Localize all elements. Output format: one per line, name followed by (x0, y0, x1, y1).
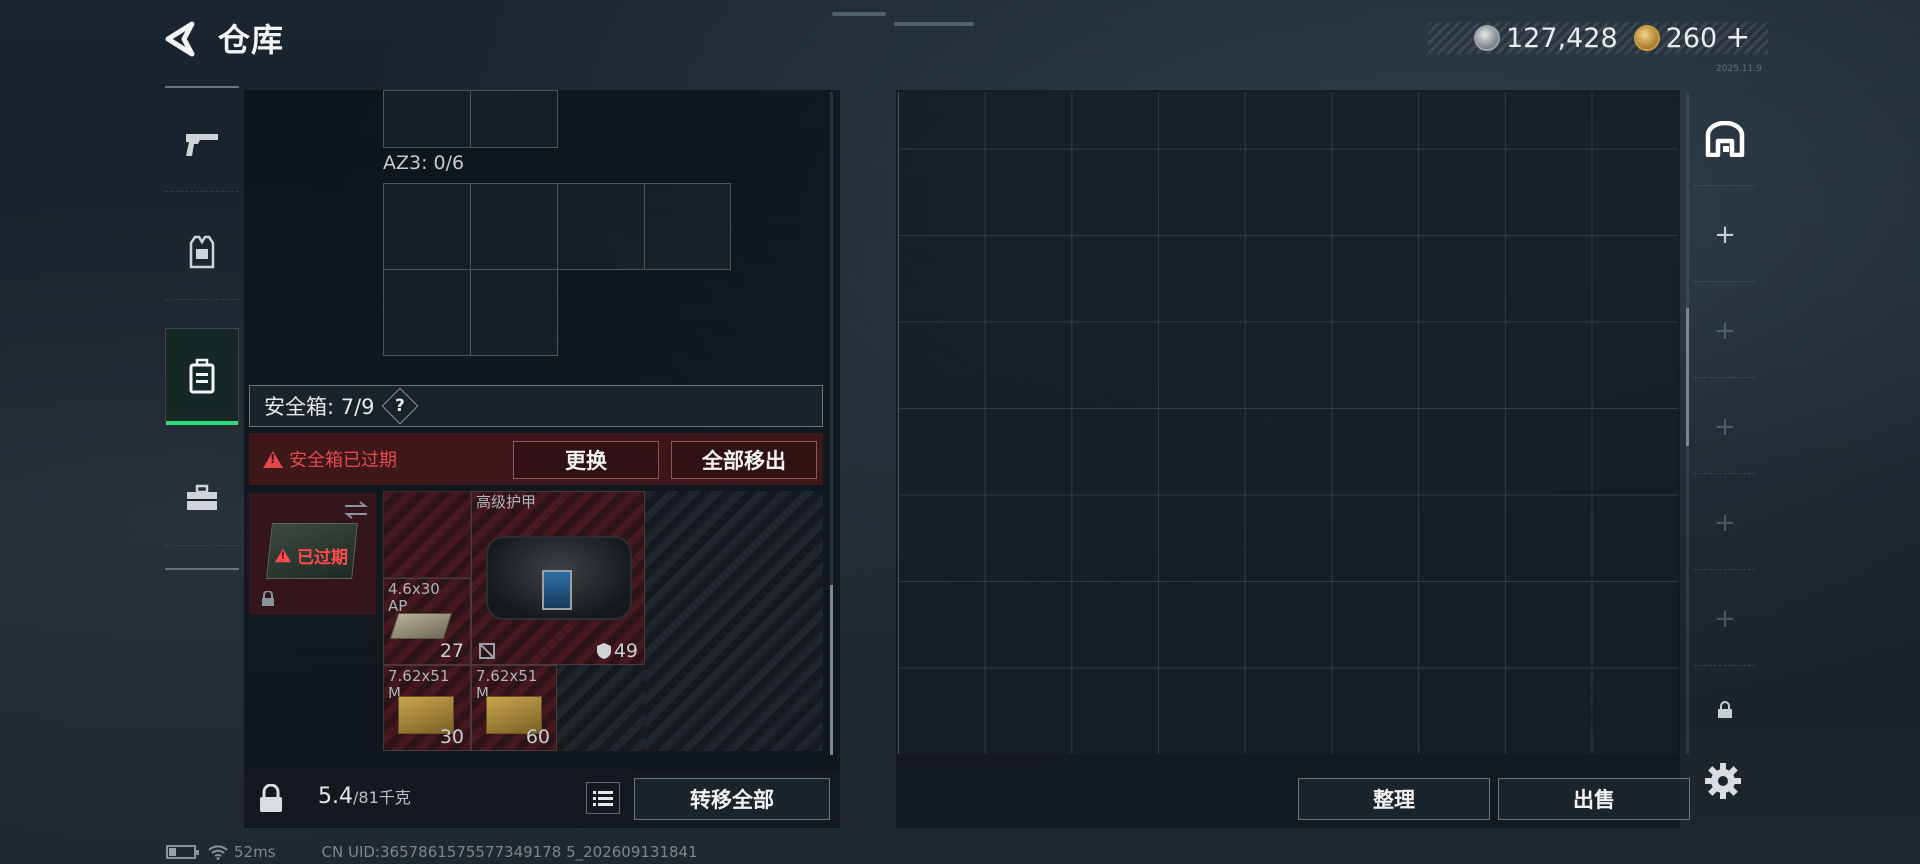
safebox-slot[interactable] (383, 491, 471, 578)
version-tag: 2025.11.9 (1716, 64, 1762, 74)
tab-storage-page[interactable]: + (1694, 380, 1756, 474)
item-ammo-46x30[interactable]: 4.6x30 AP 27 (383, 578, 471, 665)
item-ammo-762x51[interactable]: 7.62x51 M 30 (383, 665, 471, 751)
list-icon (593, 791, 613, 806)
question-mark-icon: ? (394, 396, 405, 416)
toolbox-icon (187, 484, 217, 510)
settings-button[interactable] (1704, 762, 1744, 802)
item-name: 高级护甲 (476, 493, 537, 511)
battery-icon (166, 845, 199, 859)
gear-icon (1705, 763, 1741, 799)
ping-value: 52ms (234, 843, 276, 861)
transfer-all-button[interactable]: 转移全部 (634, 778, 830, 820)
vest-icon (189, 235, 215, 268)
page-title: 仓库 (218, 21, 285, 59)
az3-slot[interactable] (557, 183, 645, 270)
padlock-icon[interactable] (258, 784, 284, 814)
plus-icon: + (1714, 603, 1736, 634)
item-name: 4.6x30 AP (388, 580, 440, 615)
list-view-button[interactable] (586, 782, 620, 814)
tab-storage-page[interactable]: + (1694, 572, 1756, 666)
warehouse-icon (1705, 120, 1745, 157)
expired-notice-text: 安全箱已过期 (289, 450, 397, 471)
tab-armor[interactable] (165, 204, 239, 300)
sell-button[interactable]: 出售 (1498, 778, 1690, 820)
grid-cell[interactable] (470, 90, 558, 148)
weight-current: 5.4 (318, 784, 353, 809)
az3-slot[interactable] (470, 269, 558, 356)
lock-icon (262, 591, 274, 606)
weight-value: 5.4/81千克 (318, 784, 411, 809)
tab-warehouse-main[interactable] (1694, 92, 1756, 186)
ammo-box-image (389, 613, 453, 639)
item-count: 60 (525, 726, 550, 748)
warning-icon (263, 450, 283, 468)
back-button[interactable] (162, 20, 202, 60)
az3-slot[interactable] (383, 183, 471, 270)
expired-notice-bar: 安全箱已过期 更换 全部移出 (249, 433, 823, 485)
secure-container-slot[interactable]: 已过期 (249, 493, 376, 615)
lock-icon (1718, 701, 1732, 718)
plus-icon: + (1714, 219, 1736, 250)
durability-shield-icon (597, 643, 611, 659)
tab-weapons[interactable] (165, 96, 239, 192)
locked-slot-area (645, 491, 823, 751)
storage-grid[interactable] (898, 92, 1678, 754)
locked-slot (557, 665, 645, 751)
grid-cell[interactable] (383, 90, 471, 148)
armor-durability: 49 (613, 640, 638, 662)
tab-backpack[interactable] (165, 328, 239, 425)
wifi-icon (208, 845, 228, 860)
silver-balance: 127,428 (1506, 22, 1618, 54)
storage-scroll-thumb[interactable] (1686, 308, 1689, 446)
storage-actions-bar: 整理 出售 (896, 770, 1690, 826)
item-count: 27 (439, 640, 464, 662)
secure-expired-label: 已过期 (273, 543, 348, 568)
no-repair-icon (479, 643, 495, 659)
help-button[interactable]: ? (381, 387, 418, 425)
tab-toolbox[interactable] (165, 450, 239, 546)
weight-capacity: /81千克 (353, 788, 411, 807)
user-uid: CN UID:3657861575577349178 5_20260913184… (321, 843, 698, 861)
gun-icon (186, 133, 218, 156)
tab-storage-page[interactable]: + (1694, 476, 1756, 570)
tab-storage-page[interactable]: + (1694, 284, 1756, 378)
back-arrow-icon (165, 21, 195, 57)
weight-bar: 5.4/81千克 转移全部 (244, 770, 840, 826)
storage-page-tabs: + + + + + (1694, 92, 1756, 748)
swap-icon[interactable] (343, 501, 369, 519)
inventory-scroll-thumb[interactable] (830, 585, 833, 755)
tab-storage-locked[interactable] (1694, 670, 1756, 750)
tab-storage-page[interactable]: + (1694, 188, 1756, 282)
armor-plate (542, 570, 572, 610)
secure-expired-text: 已过期 (297, 548, 348, 568)
az3-slot[interactable] (383, 269, 471, 356)
plus-icon: + (1714, 507, 1736, 538)
silver-coin-icon (1474, 25, 1500, 51)
az3-slot[interactable] (470, 183, 558, 270)
plus-icon: + (1714, 315, 1736, 346)
item-ammo-762x51[interactable]: 7.62x51 M 60 (471, 665, 557, 751)
currency-bar: 127,428 260 + (1428, 22, 1768, 54)
gold-balance: 260 (1665, 22, 1718, 54)
backpack-icon (189, 358, 215, 394)
replace-button[interactable]: 更换 (513, 441, 659, 479)
item-advanced-armor[interactable]: 高级护甲 49 (471, 491, 645, 665)
status-footer: 52ms CN UID:3657861575577349178 5_202609… (166, 842, 698, 862)
add-currency-button[interactable]: + (1725, 23, 1750, 53)
plus-icon: + (1714, 411, 1736, 442)
safebox-header: 安全箱: 7/9 ? (249, 385, 823, 427)
az3-capacity-label: AZ3: 0/6 (383, 152, 465, 174)
az3-slot[interactable] (644, 183, 731, 270)
safebox-capacity-label: 安全箱: 7/9 (264, 395, 375, 419)
sort-button[interactable]: 整理 (1298, 778, 1490, 820)
warning-icon (275, 548, 291, 563)
remove-all-button[interactable]: 全部移出 (671, 441, 817, 479)
equipment-tab-bar (165, 86, 239, 570)
item-count: 30 (439, 726, 464, 748)
gold-coin-icon (1633, 25, 1660, 51)
